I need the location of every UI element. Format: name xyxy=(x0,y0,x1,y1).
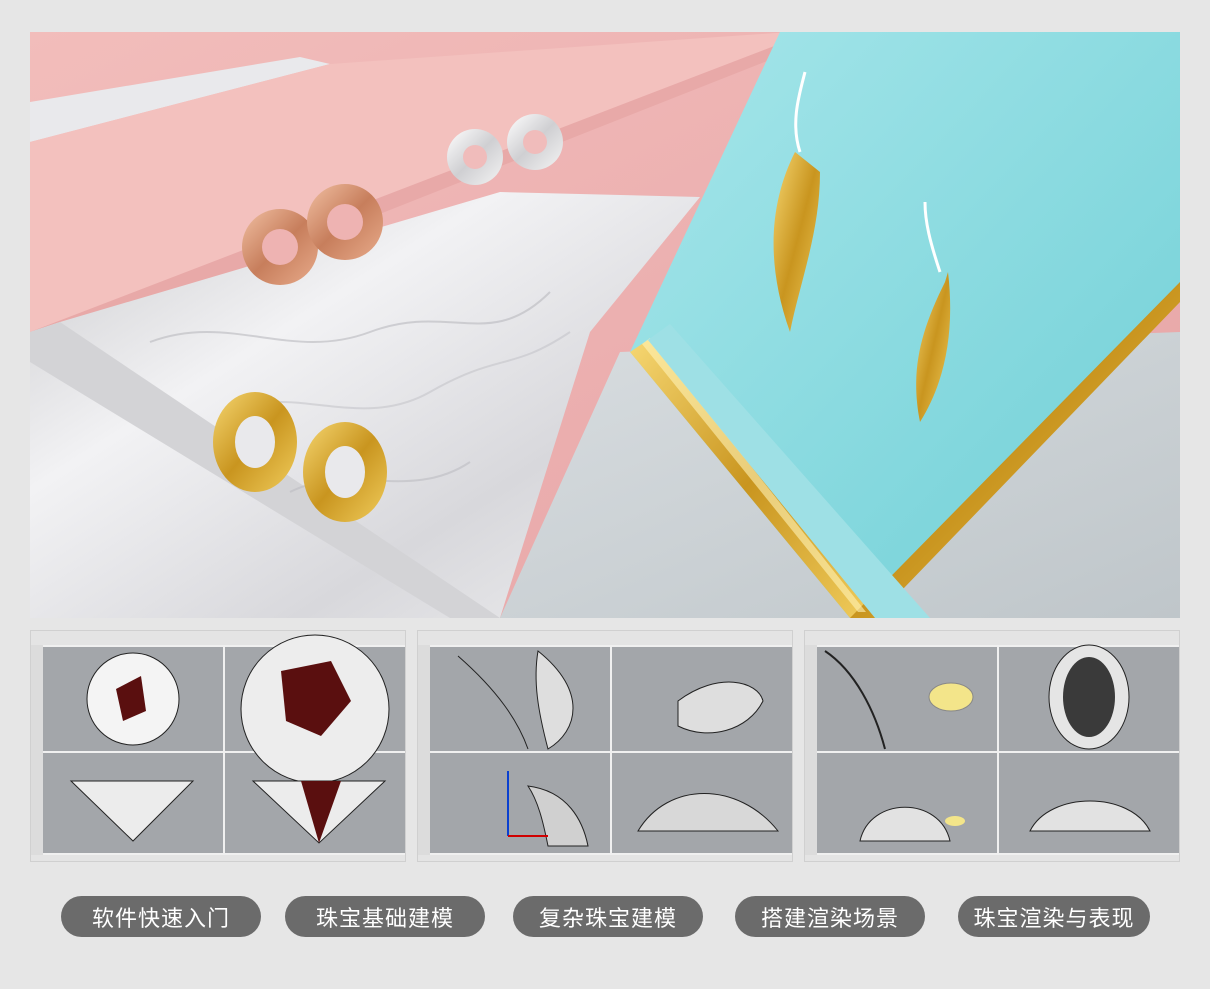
tag-software-intro[interactable]: 软件快速入门 xyxy=(61,896,261,937)
hero-jewelry-render xyxy=(30,32,1180,618)
screenshot-diamond-modeling xyxy=(30,630,406,862)
tag-complex-modeling[interactable]: 复杂珠宝建模 xyxy=(513,896,703,937)
hero-scene xyxy=(30,32,1180,618)
modeling-screenshots xyxy=(30,630,1180,862)
tag-render-scene[interactable]: 搭建渲染场景 xyxy=(735,896,925,937)
screenshot-pave-modeling xyxy=(804,630,1180,862)
screenshot-petal-modeling xyxy=(417,630,793,862)
tag-render-presentation[interactable]: 珠宝渲染与表现 xyxy=(958,896,1150,937)
course-tags: 软件快速入门 珠宝基础建模 复杂珠宝建模 搭建渲染场景 珠宝渲染与表现 xyxy=(0,896,1210,938)
tag-basic-modeling[interactable]: 珠宝基础建模 xyxy=(285,896,485,937)
